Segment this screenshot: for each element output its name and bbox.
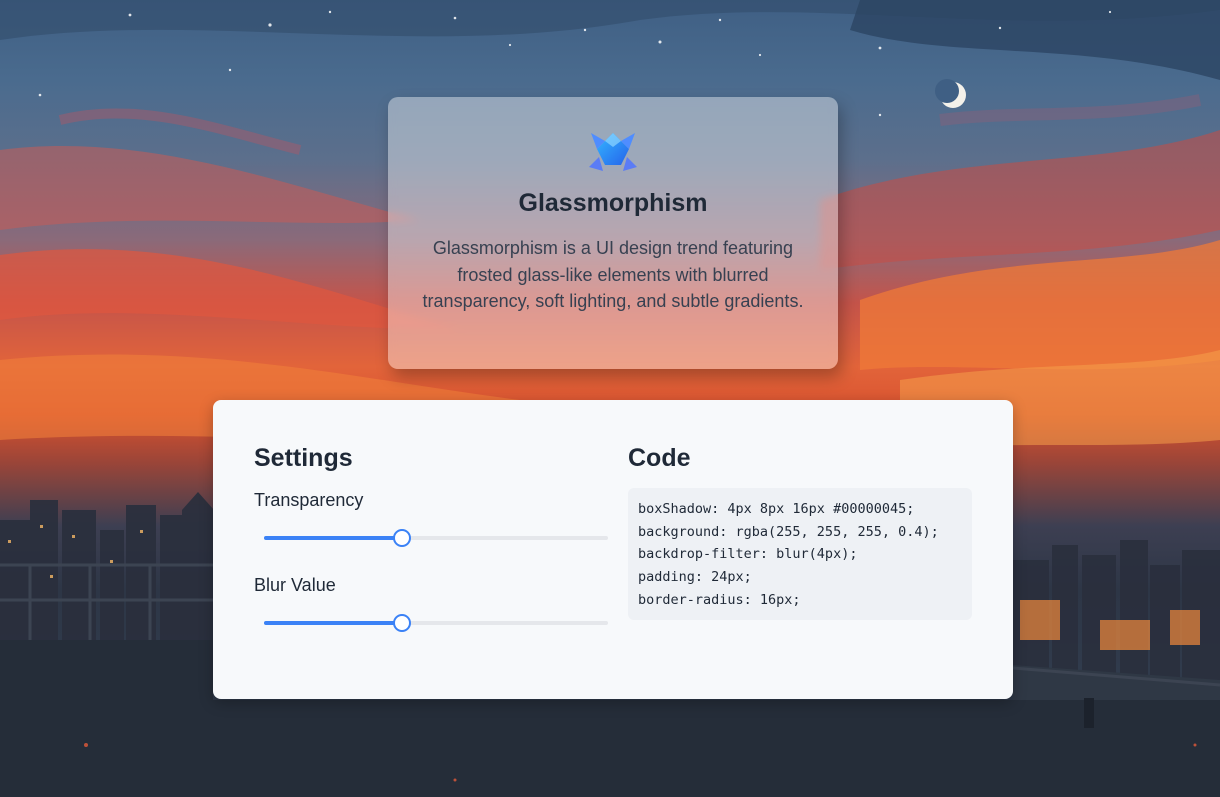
slider-fill	[264, 536, 402, 540]
card-description: Glassmorphism is a UI design trend featu…	[422, 238, 804, 311]
slider-thumb[interactable]	[392, 614, 411, 632]
settings-title: Settings	[254, 444, 353, 472]
crystal-logo-icon	[589, 133, 637, 171]
code-line: padding: 24px;	[638, 569, 752, 586]
slider-fill	[264, 621, 402, 625]
code-line: backdrop-filter: blur(4px);	[638, 546, 858, 563]
code-line: boxShadow: 4px 8px 16px #00000045;	[638, 501, 915, 517]
code-line: background: rgba(255, 255, 255, 0.4);	[638, 523, 939, 540]
settings-panel: Settings Transparency Blur Value Code bo…	[213, 400, 1013, 699]
card-title: Glassmorphism	[518, 189, 708, 217]
blur-label: Blur Value	[254, 575, 336, 595]
glass-card: Glassmorphism Glassmorphism is a UI desi…	[388, 97, 838, 369]
transparency-label: Transparency	[254, 490, 364, 510]
blur-slider[interactable]	[264, 613, 608, 633]
code-title: Code	[628, 444, 691, 472]
slider-thumb[interactable]	[392, 529, 411, 547]
code-line: border-radius: 16px;	[638, 591, 801, 608]
code-block: boxShadow: 4px 8px 16px #00000045; backg…	[628, 488, 972, 620]
transparency-slider[interactable]	[264, 528, 608, 548]
